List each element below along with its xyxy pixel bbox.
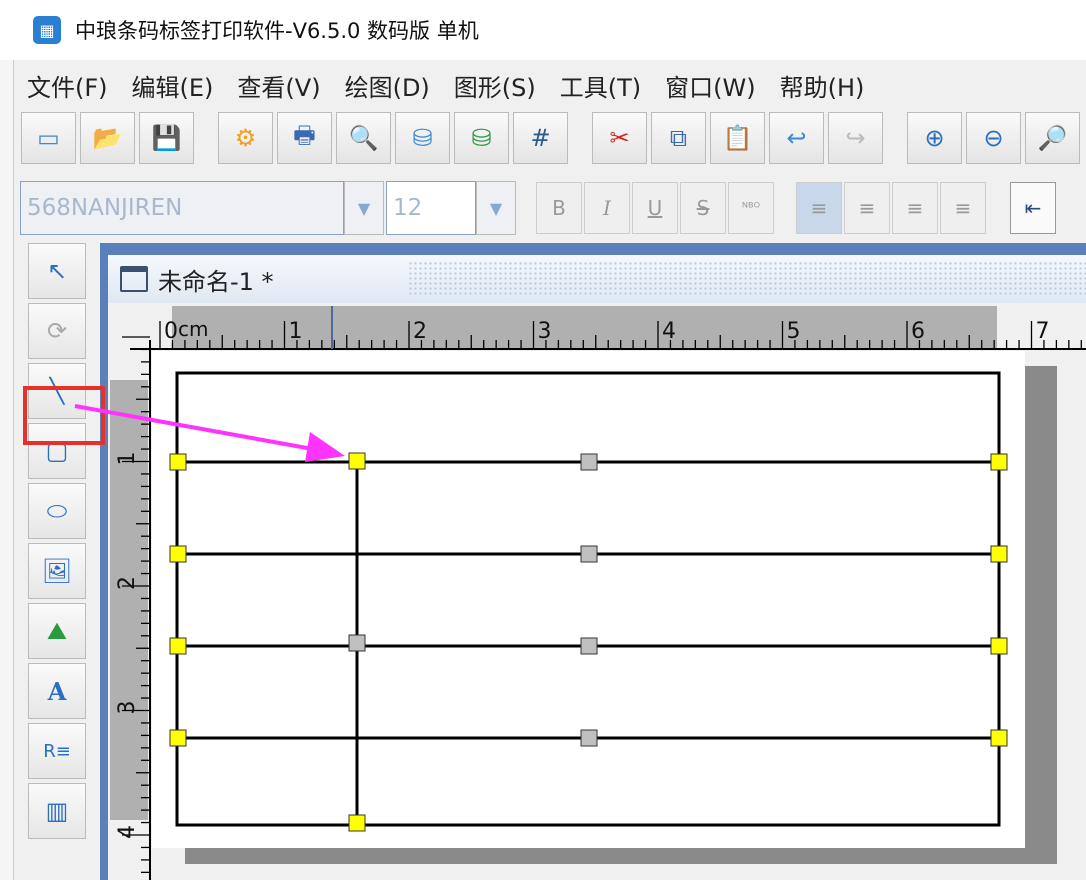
ruler-label: 2 <box>413 319 427 344</box>
ruler-label: 1 <box>289 319 303 344</box>
resize-handle[interactable] <box>990 453 1008 471</box>
ruler-label: 2 <box>115 576 140 590</box>
resize-handle[interactable] <box>580 637 598 655</box>
ruler-label: 0 <box>164 319 178 344</box>
ruler-label: 3 <box>115 701 140 715</box>
resize-handle[interactable] <box>990 637 1008 655</box>
ruler-label: 7 <box>1036 319 1050 344</box>
resize-handle[interactable] <box>169 453 187 471</box>
resize-handle[interactable] <box>580 545 598 563</box>
ruler-label: 4 <box>115 825 140 839</box>
vertical-ruler-range <box>110 380 148 820</box>
resize-handle[interactable] <box>580 453 598 471</box>
ruler-label: 1 <box>115 452 140 466</box>
resize-handle[interactable] <box>348 452 366 470</box>
ruler-label: 5 <box>787 319 801 344</box>
resize-handle[interactable] <box>348 634 366 652</box>
resize-handle[interactable] <box>990 545 1008 563</box>
ruler-label: 6 <box>911 319 925 344</box>
design-canvas[interactable]: 0 1 2 3 4 5 6 7 cm 1 2 3 4 <box>0 0 1086 880</box>
resize-handle[interactable] <box>580 729 598 747</box>
resize-handle[interactable] <box>990 729 1008 747</box>
highlight-box <box>23 386 105 445</box>
resize-handle[interactable] <box>348 814 366 832</box>
label-paper <box>152 351 1025 848</box>
ruler-unit: cm <box>178 317 208 341</box>
ruler-label: 4 <box>662 319 676 344</box>
resize-handle[interactable] <box>169 545 187 563</box>
resize-handle[interactable] <box>169 637 187 655</box>
resize-handle[interactable] <box>169 729 187 747</box>
ruler-label: 3 <box>538 319 552 344</box>
